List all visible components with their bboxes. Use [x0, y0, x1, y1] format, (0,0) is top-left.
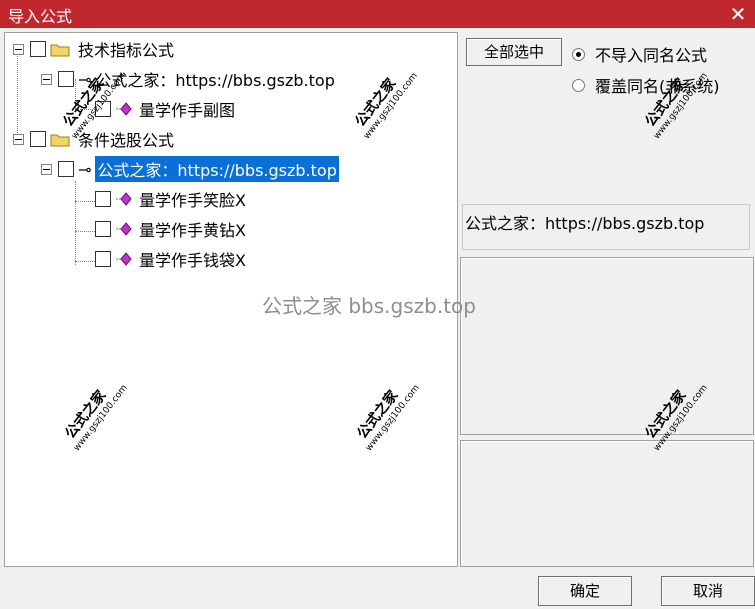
close-icon[interactable]: ✕ [721, 0, 755, 28]
node-checkbox[interactable] [58, 71, 74, 87]
item-checkbox[interactable] [95, 251, 111, 267]
tree-line [75, 231, 95, 232]
detail-panel [460, 440, 754, 567]
formula-icon [116, 222, 132, 236]
selected-node-label: 公式之家：https://bbs.gszb.top [95, 156, 339, 182]
group-checkbox[interactable] [30, 131, 46, 147]
key-icon: ⊸ [78, 159, 92, 179]
tree-item[interactable]: 量学作手钱袋X [95, 247, 246, 271]
item-label: 量学作手黄钻X [139, 221, 246, 240]
preview-panel [460, 257, 754, 435]
node-checkbox[interactable] [58, 161, 74, 177]
title-bar: 导入公式 ✕ [0, 0, 755, 28]
formula-description: 公式之家：https://bbs.gszb.top [462, 204, 750, 250]
tree-line [75, 201, 95, 202]
collapse-icon[interactable] [13, 133, 24, 145]
item-label: 量学作手笑脸X [139, 191, 246, 210]
item-checkbox[interactable] [95, 191, 111, 207]
tree-item[interactable]: 量学作手副图 [95, 97, 235, 121]
window-title: 导入公式 [8, 7, 73, 26]
radio-icon[interactable] [572, 47, 585, 61]
tree-line [75, 181, 76, 265]
formula-icon [116, 102, 132, 116]
collapse-icon[interactable] [41, 163, 52, 175]
group-checkbox[interactable] [30, 41, 46, 57]
cancel-button[interactable]: 取消 [661, 576, 755, 606]
formula-icon [116, 192, 132, 206]
formula-icon [116, 252, 132, 266]
tree-item[interactable]: 量学作手黄钻X [95, 217, 246, 241]
item-checkbox[interactable] [95, 221, 111, 237]
tree-line [75, 261, 95, 262]
center-watermark: 公式之家 bbs.gszb.top [262, 294, 476, 318]
tree-item[interactable]: 量学作手笑脸X [95, 187, 246, 211]
ok-button[interactable]: 确定 [538, 576, 632, 606]
button-bar: 确定 取消 [0, 569, 755, 609]
select-all-button[interactable]: 全部选中 [466, 38, 562, 66]
collapse-icon[interactable] [41, 73, 52, 85]
tree-group-indicators[interactable]: 技术指标公式 [13, 37, 174, 61]
watermark-stamp: 公式之家 www.gszj100.com [640, 59, 709, 141]
collapse-icon[interactable] [13, 43, 24, 55]
radio-icon[interactable] [572, 78, 585, 92]
item-label: 量学作手钱袋X [139, 251, 246, 270]
node-label: 公式之家：https://bbs.gszb.top [95, 71, 335, 90]
folder-icon [50, 44, 70, 56]
group-label: 技术指标公式 [78, 41, 175, 60]
tree-node-source[interactable]: ⊸ 公式之家：https://bbs.gszb.top [41, 156, 339, 182]
group-label: 条件选股公式 [78, 131, 175, 150]
folder-icon [50, 134, 70, 146]
tree-group-screening[interactable]: 条件选股公式 [13, 127, 174, 151]
item-label: 量学作手副图 [139, 101, 236, 120]
